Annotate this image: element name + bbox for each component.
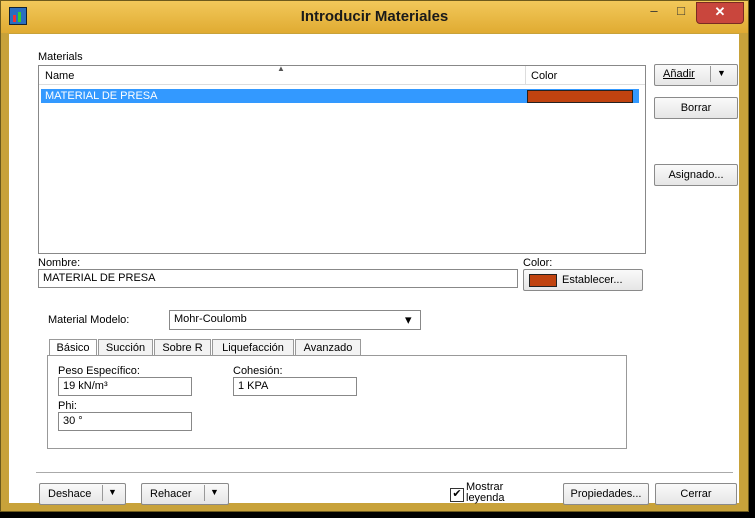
show-legend-label: Mostrar leyenda [466, 481, 505, 504]
chevron-down-icon: ▾ [405, 312, 412, 327]
footer-divider [36, 472, 733, 473]
add-button[interactable]: Añadir ▼ [654, 64, 738, 86]
column-header-color[interactable]: Color [531, 70, 557, 82]
materials-list[interactable]: Name ▲ Color MATERIAL DE PRESA [38, 64, 646, 254]
add-button-label: Añadir [663, 68, 695, 80]
material-row-color-swatch [527, 90, 633, 103]
basic-tab-panel: Peso Específico: 19 kN/m³ Cohesión: 1 KP… [47, 355, 627, 449]
phi-label: Phi: [58, 400, 77, 412]
title-bar[interactable]: Introducir Materiales – □ ✕ [1, 1, 748, 33]
material-row[interactable]: MATERIAL DE PRESA [41, 89, 639, 103]
unit-weight-input[interactable]: 19 kN/m³ [58, 377, 192, 396]
delete-button[interactable]: Borrar [654, 97, 738, 119]
redo-button[interactable]: Rehacer ▼ [141, 483, 229, 505]
column-header-name[interactable]: Name [45, 70, 74, 82]
material-model-value: Mohr-Coulomb [174, 313, 247, 325]
material-row-name: MATERIAL DE PRESA [45, 90, 158, 102]
close-window-button[interactable]: ✕ [696, 2, 744, 24]
assign-button[interactable]: Asignado... [654, 164, 738, 186]
maximize-button[interactable]: □ [668, 2, 694, 22]
undo-dropdown-arrow-icon[interactable]: ▼ [108, 487, 117, 497]
material-model-label: Material Modelo: [48, 314, 130, 326]
cohesion-label: Cohesión: [233, 365, 283, 377]
sort-ascending-icon: ▲ [277, 64, 285, 73]
window-title: Introducir Materiales [300, 8, 449, 25]
undo-button[interactable]: Deshace ▼ [39, 483, 126, 505]
tab-liquefaccion[interactable]: Liquefacción [212, 339, 294, 356]
color-swatch [529, 274, 557, 287]
undo-button-label: Deshace [48, 488, 92, 500]
close-button[interactable]: Cerrar [655, 483, 737, 505]
name-input[interactable]: MATERIAL DE PRESA [38, 269, 518, 288]
cohesion-input[interactable]: 1 KPA [233, 377, 357, 396]
name-input-value: MATERIAL DE PRESA [43, 272, 156, 284]
column-divider[interactable] [525, 66, 526, 84]
unit-weight-label: Peso Específico: [58, 365, 140, 377]
tab-succion[interactable]: Succión [98, 339, 153, 356]
phi-value: 30 ° [63, 415, 83, 427]
tab-sobre-r[interactable]: Sobre R [154, 339, 211, 356]
redo-button-label: Rehacer [150, 488, 192, 500]
materials-group-label: Materials [38, 51, 83, 63]
materials-dialog: Introducir Materiales – □ ✕ Materials Na… [0, 0, 749, 512]
tab-avanzado[interactable]: Avanzado [295, 339, 361, 356]
show-legend-checkbox[interactable]: ✔ [450, 488, 464, 502]
unit-weight-value: 19 kN/m³ [63, 380, 108, 392]
name-label: Nombre: [38, 257, 81, 269]
cohesion-value: 1 KPA [238, 380, 269, 392]
color-label: Color: [523, 257, 553, 269]
phi-input[interactable]: 30 ° [58, 412, 192, 431]
material-model-select[interactable]: Mohr-Coulomb ▾ [169, 310, 421, 330]
set-color-button-label: Establecer... [562, 274, 623, 286]
add-dropdown-arrow-icon[interactable]: ▼ [717, 68, 726, 78]
set-color-button[interactable]: Establecer... [523, 269, 643, 291]
list-header: Name ▲ Color [39, 64, 645, 85]
redo-dropdown-arrow-icon[interactable]: ▼ [210, 487, 219, 497]
minimize-button[interactable]: – [641, 2, 667, 22]
dialog-body: Materials Name ▲ Color MATERIAL DE PRESA… [9, 34, 739, 505]
properties-button[interactable]: Propiedades... [563, 483, 649, 505]
